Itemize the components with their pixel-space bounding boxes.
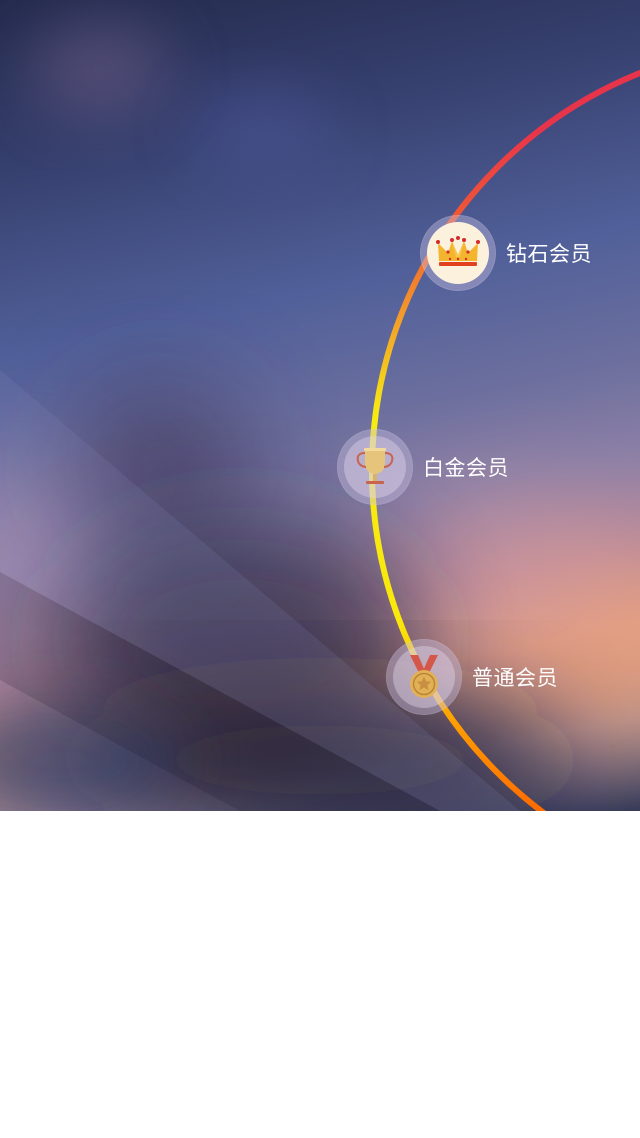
crown-icon — [436, 236, 480, 266]
tier-label-regular: 普通会员 — [472, 666, 558, 690]
medal-icon — [410, 655, 438, 698]
trophy-icon — [356, 448, 394, 484]
tier-badge — [337, 429, 413, 505]
membership-screen: 钻石会员 白金会员 普通会员 — [0, 0, 640, 1138]
tier-diamond[interactable]: 钻石会员 — [420, 215, 592, 291]
tier-badge — [386, 639, 462, 715]
content-area — [0, 811, 640, 1138]
tier-platinum[interactable]: 白金会员 — [337, 429, 509, 505]
tier-label-diamond: 钻石会员 — [506, 242, 592, 266]
tier-regular[interactable]: 普通会员 — [386, 639, 558, 715]
membership-hero: 钻石会员 白金会员 普通会员 — [0, 0, 640, 811]
tier-badge — [420, 215, 496, 291]
tier-label-platinum: 白金会员 — [423, 456, 509, 480]
